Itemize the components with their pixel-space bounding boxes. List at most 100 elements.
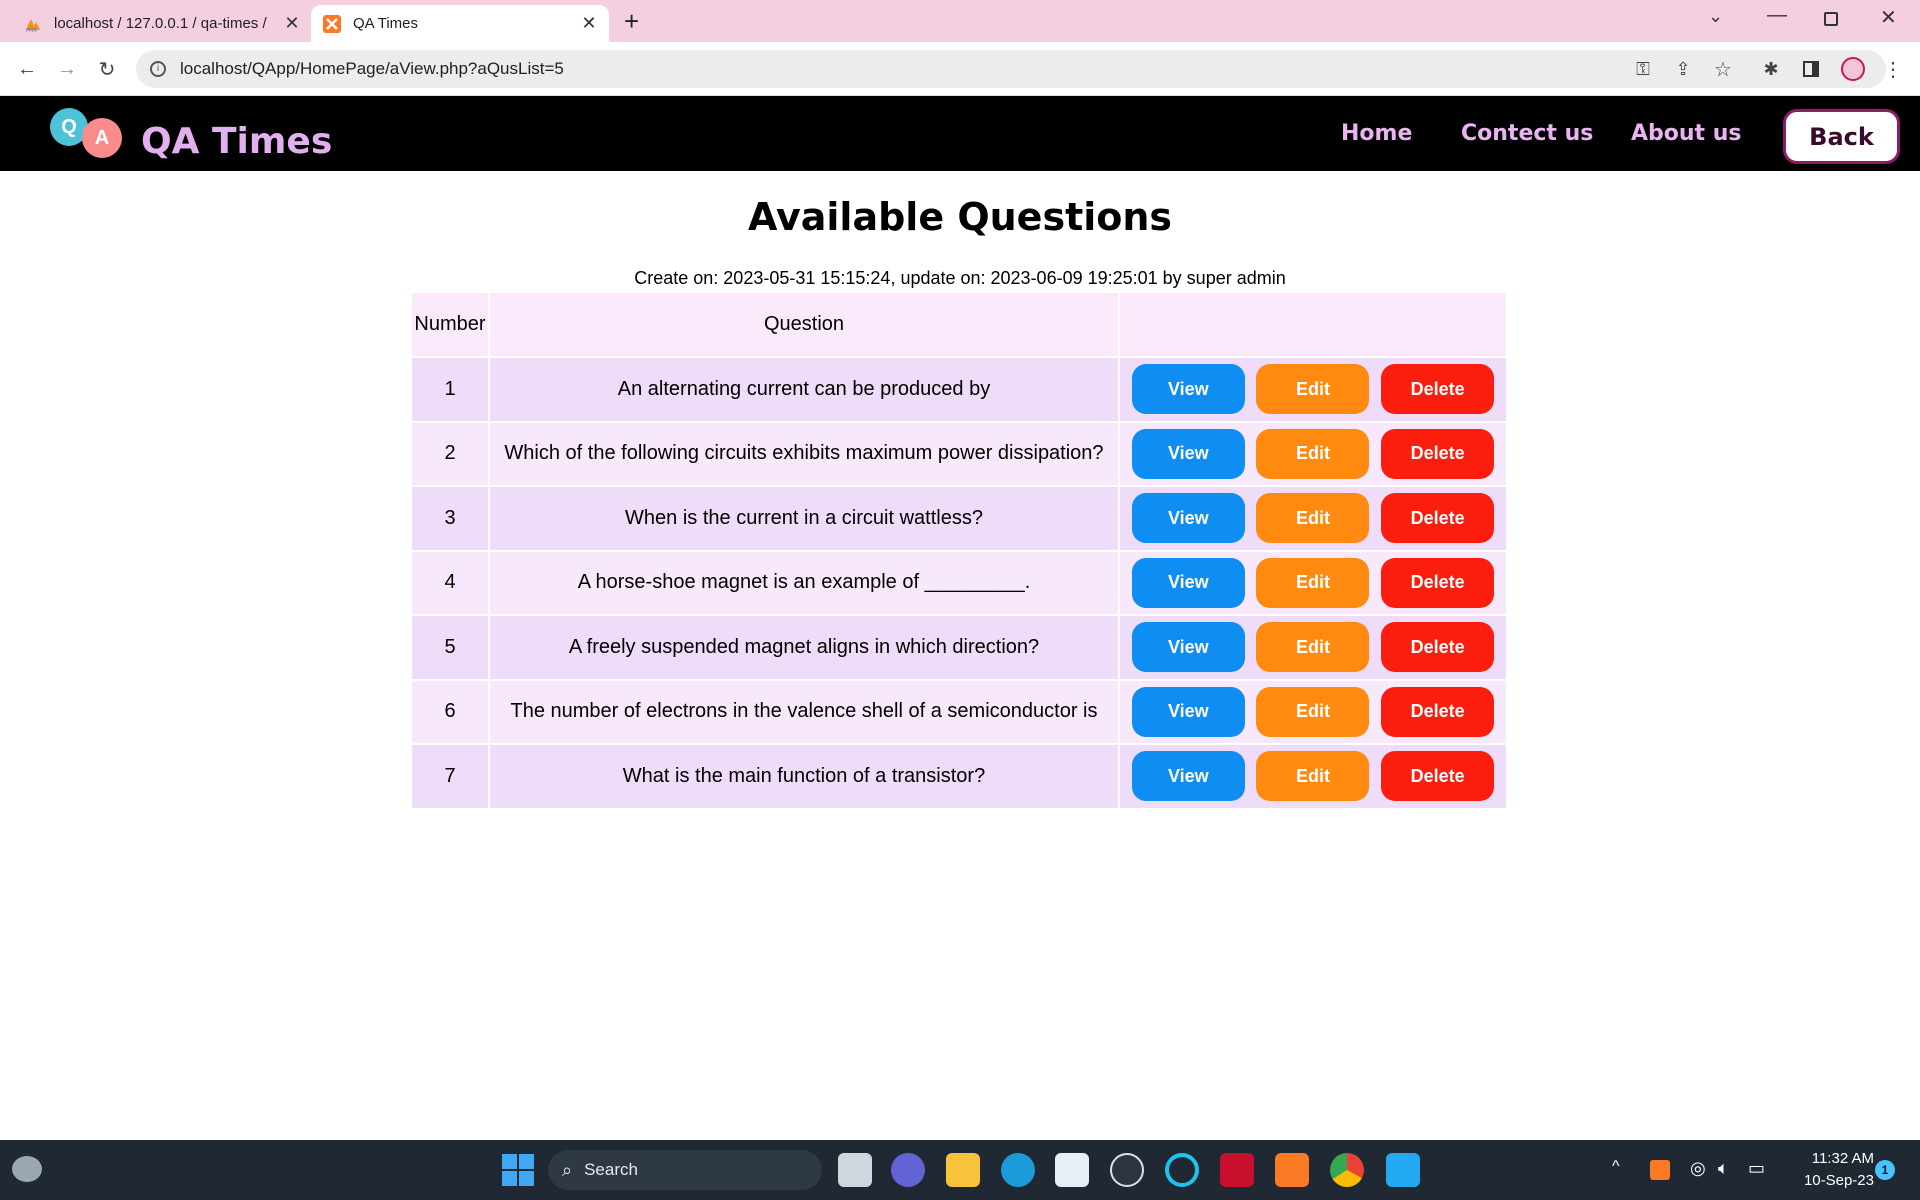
tab-qa-times[interactable]: QA Times ✕ [311, 5, 609, 42]
extensions-icon[interactable]: ✱ [1756, 54, 1786, 84]
qa-logo[interactable]: Q A [50, 108, 126, 162]
xampp-taskbar-icon[interactable] [1275, 1153, 1309, 1187]
row-question: A freely suspended magnet aligns in whic… [489, 615, 1120, 681]
chrome-icon[interactable] [1330, 1153, 1364, 1187]
logo-bubble-a: A [82, 118, 122, 158]
nav-contact-us[interactable]: Contect us [1461, 121, 1593, 146]
row-question: The number of electrons in the valence s… [489, 679, 1120, 745]
edit-button[interactable]: Edit [1256, 622, 1370, 673]
microsoft-store-icon[interactable] [1055, 1153, 1089, 1187]
view-button[interactable]: View [1131, 751, 1245, 802]
task-view-icon[interactable] [838, 1153, 872, 1187]
edit-button[interactable]: Edit [1256, 686, 1370, 737]
back-arrow-icon[interactable]: ← [12, 54, 42, 84]
file-explorer-icon[interactable] [946, 1153, 980, 1187]
key-icon[interactable]: ⚿ [1628, 54, 1658, 84]
row-question: Which of the following circuits exhibits… [489, 421, 1120, 487]
menu-kebab-icon[interactable]: ⋮ [1878, 54, 1908, 84]
reload-icon[interactable]: ↻ [92, 54, 122, 84]
row-question: What is the main function of a transisto… [489, 744, 1120, 810]
clock-time: 11:32 AM [1811, 1150, 1874, 1167]
side-panel-icon[interactable] [1796, 54, 1826, 84]
table-row: 2 Which of the following circuits exhibit… [412, 421, 1508, 487]
edit-button[interactable]: Edit [1256, 751, 1370, 802]
page-meta: Create on: 2023-05-31 15:15:24, update o… [634, 268, 1286, 288]
brand-name[interactable]: QA Times [141, 121, 332, 162]
window-close-icon[interactable]: ✕ [1880, 5, 1897, 30]
minimize-icon[interactable]: — [1767, 4, 1787, 27]
profile-avatar-icon[interactable] [1838, 54, 1868, 84]
table-row: 3 When is the current in a circuit wattle… [412, 486, 1508, 552]
delete-button[interactable]: Delete [1381, 493, 1495, 544]
forward-arrow-icon[interactable]: → [52, 54, 82, 84]
taskbar-clock[interactable]: 11:32 AM 10-Sep-23 [1782, 1148, 1874, 1192]
view-button[interactable]: View [1131, 493, 1245, 544]
restore-icon[interactable] [1824, 12, 1838, 26]
table-header-row: Number Question [412, 293, 1508, 358]
questions-table: Number Question 1 An alternating current … [412, 293, 1508, 810]
table-row: 4A horse-shoe magnet is an example of __… [412, 550, 1508, 616]
tab-title: localhost / 127.0.0.1 / qa-times / [54, 15, 267, 32]
delete-button[interactable]: Delete [1381, 751, 1495, 802]
edit-button[interactable]: Edit [1256, 364, 1370, 415]
vscode-icon[interactable] [1386, 1153, 1420, 1187]
table-row: 5A freely suspended magnet aligns in whi… [412, 615, 1508, 681]
network-icon[interactable]: ◎ [1690, 1158, 1706, 1179]
header-actions [1119, 293, 1508, 358]
teams-chat-icon[interactable] [891, 1153, 925, 1187]
tab-search-chevron-icon[interactable]: ⌄ [1708, 6, 1723, 27]
view-button[interactable]: View [1131, 622, 1245, 673]
address-bar[interactable]: i localhost/QApp/HomePage/aView.php?aQus… [136, 50, 1886, 88]
close-tab-icon[interactable]: ✕ [581, 13, 597, 34]
edit-button[interactable]: Edit [1256, 493, 1370, 544]
edit-button[interactable]: Edit [1256, 428, 1370, 479]
notification-badge[interactable]: 1 [1875, 1160, 1895, 1180]
delete-button[interactable]: Delete [1381, 364, 1495, 415]
dell-icon[interactable] [1110, 1153, 1144, 1187]
battery-icon[interactable]: ▭ [1748, 1158, 1765, 1179]
row-question: When is the current in a circuit wattles… [489, 486, 1120, 552]
bookmark-star-icon[interactable]: ☆ [1708, 54, 1738, 84]
weather-icon[interactable] [12, 1156, 42, 1182]
edge-icon[interactable] [1001, 1153, 1035, 1187]
windows-start-icon[interactable] [502, 1154, 534, 1186]
delete-button[interactable]: Delete [1381, 428, 1495, 479]
row-actions: View Edit Delete [1119, 421, 1508, 487]
mcafee-icon[interactable] [1220, 1153, 1254, 1187]
view-button[interactable]: View [1131, 557, 1245, 608]
table-row: 7 What is the main function of a transist… [412, 744, 1508, 810]
nav-about-us[interactable]: About us [1631, 121, 1741, 146]
row-number: 3 [412, 486, 490, 552]
tray-overflow-chevron-icon[interactable]: ^ [1612, 1158, 1620, 1176]
delete-button[interactable]: Delete [1381, 557, 1495, 608]
row-number: 5 [412, 615, 490, 681]
row-question: An alternating current can be produced b… [489, 357, 1120, 423]
tray-xampp-icon[interactable] [1650, 1160, 1670, 1180]
share-icon[interactable]: ⇪ [1668, 54, 1698, 84]
alexa-icon[interactable] [1165, 1153, 1199, 1187]
clock-date: 10-Sep-23 [1803, 1172, 1874, 1189]
view-button[interactable]: View [1131, 686, 1245, 737]
delete-button[interactable]: Delete [1381, 622, 1495, 673]
view-button[interactable]: View [1131, 364, 1245, 415]
svg-text:PMA: PMA [26, 28, 37, 33]
row-actions: View Edit Delete [1119, 550, 1508, 616]
site-info-icon[interactable]: i [150, 61, 166, 77]
row-actions: View Edit Delete [1119, 357, 1508, 423]
header-question: Question [489, 293, 1120, 358]
back-button[interactable]: Back [1783, 109, 1900, 164]
close-tab-icon[interactable]: ✕ [284, 13, 300, 34]
phpmyadmin-icon: PMA [26, 18, 40, 33]
taskbar-search[interactable]: ⌕ Search [548, 1150, 822, 1190]
url-text[interactable]: localhost/QApp/HomePage/aView.php?aQusLi… [180, 59, 564, 79]
row-actions: View Edit Delete [1119, 615, 1508, 681]
volume-icon[interactable]: 🔈︎ [1718, 1158, 1729, 1179]
nav-home[interactable]: Home [1341, 121, 1412, 146]
view-button[interactable]: View [1131, 428, 1245, 479]
tab-phpmyadmin[interactable]: PMA localhost / 127.0.0.1 / qa-times / ✕ [12, 5, 312, 42]
row-number: 4 [412, 550, 490, 616]
new-tab-icon[interactable]: + [624, 6, 639, 37]
row-question: A horse-shoe magnet is an example of ___… [489, 550, 1120, 616]
edit-button[interactable]: Edit [1256, 557, 1370, 608]
delete-button[interactable]: Delete [1381, 686, 1495, 737]
